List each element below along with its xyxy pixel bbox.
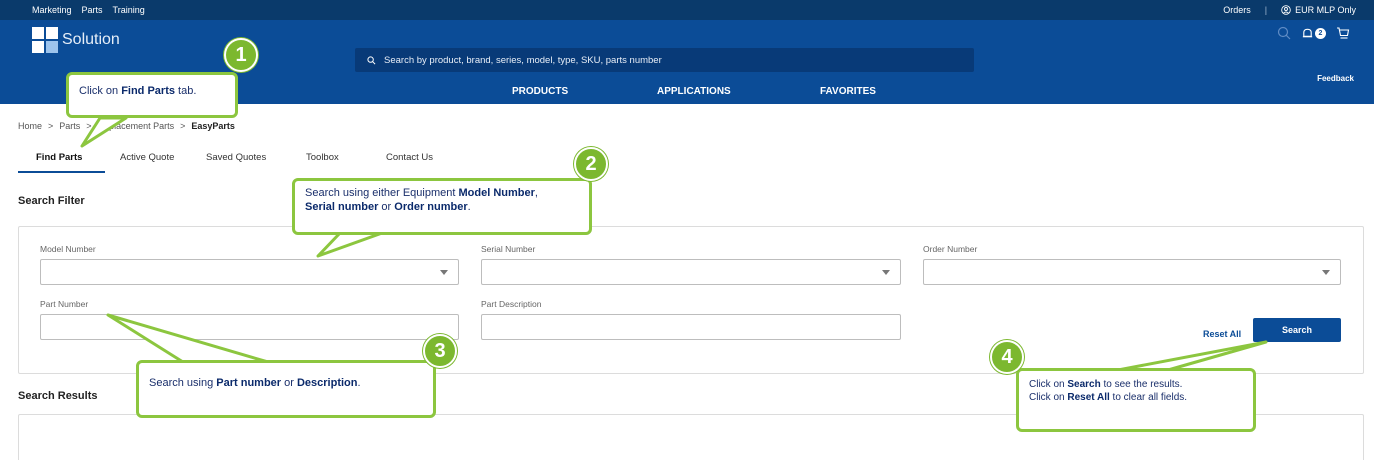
chevron-down-icon xyxy=(1322,270,1330,275)
search-results-title: Search Results xyxy=(18,390,98,402)
topbar-separator: | xyxy=(1264,5,1268,15)
user-icon xyxy=(1281,5,1291,15)
callout-2-bold-serial: Serial number xyxy=(305,200,379,213)
serial-number-select[interactable] xyxy=(481,259,901,285)
bell-icon xyxy=(1302,28,1313,37)
orders-link[interactable]: Orders xyxy=(1223,5,1251,15)
notification-badge: 2 xyxy=(1315,27,1326,39)
part-description-input[interactable] xyxy=(481,314,901,340)
part-number-input[interactable] xyxy=(40,314,459,340)
step-2-badge: 2 xyxy=(574,147,608,181)
nav-products[interactable]: PRODUCTS xyxy=(512,86,568,97)
callout-3-period: . xyxy=(357,377,361,389)
breadcrumb-parts[interactable]: Parts xyxy=(59,121,80,131)
logo[interactable]: Solution xyxy=(32,27,120,53)
account-label: EUR MLP Only xyxy=(1295,5,1356,15)
cart-icon[interactable] xyxy=(1336,26,1350,40)
active-tab-indicator xyxy=(18,171,105,173)
callout-2-or: or xyxy=(378,200,395,213)
callout-2-period: . xyxy=(467,200,471,213)
nav-favorites[interactable]: FAVORITES xyxy=(820,86,876,97)
breadcrumb-replacement-parts[interactable]: Replacement Parts xyxy=(98,121,175,131)
callout-find-parts: Click on Find Parts tab. xyxy=(66,72,238,118)
top-utility-bar: Marketing Parts Training Orders | EUR ML… xyxy=(0,0,1374,20)
callout-1-bold: Find Parts xyxy=(121,85,175,97)
order-number-label: Order Number xyxy=(923,244,978,254)
account-menu[interactable]: EUR MLP Only xyxy=(1281,5,1356,15)
topbar-link-parts[interactable]: Parts xyxy=(82,5,103,15)
header-icons: 2 xyxy=(1277,26,1350,40)
search-filter-panel xyxy=(18,226,1364,374)
tab-saved-quotes[interactable]: Saved Quotes xyxy=(206,152,266,163)
callout-3-or: or xyxy=(281,377,297,389)
easyparts-tabs: Find Parts Active Quote Saved Quotes Too… xyxy=(18,152,1358,174)
callout-3-bold-desc: Description xyxy=(296,377,358,389)
breadcrumb-current: EasyParts xyxy=(191,121,235,131)
search-icon[interactable] xyxy=(1277,26,1291,40)
topbar-link-training[interactable]: Training xyxy=(113,5,145,15)
callout-1-text-end: tab. xyxy=(174,85,197,97)
part-description-label: Part Description xyxy=(481,299,542,309)
breadcrumb-separator: > xyxy=(48,121,54,131)
callout-1-text: Click on xyxy=(79,85,122,97)
search-icon xyxy=(367,55,376,64)
search-button[interactable]: Search xyxy=(1253,318,1341,342)
callout-part-number-description: Search using Part number or Description. xyxy=(136,360,436,418)
chevron-down-icon xyxy=(882,270,890,275)
breadcrumb-home[interactable]: Home xyxy=(18,121,42,131)
callout-4-text-2-end: to clear all fields. xyxy=(1109,391,1188,403)
step-3-badge: 3 xyxy=(423,334,457,368)
tab-find-parts[interactable]: Find Parts xyxy=(36,152,82,163)
callout-model-serial-order: Search using either Equipment Model Numb… xyxy=(292,178,592,235)
tab-contact-us[interactable]: Contact Us xyxy=(386,152,433,163)
callout-2-text: Search using either Equipment xyxy=(305,187,459,199)
logo-mark-icon xyxy=(32,27,58,53)
callout-4-bold-reset: Reset All xyxy=(1067,391,1110,403)
model-number-select[interactable] xyxy=(40,259,459,285)
topbar-link-marketing[interactable]: Marketing xyxy=(32,5,72,15)
order-number-select[interactable] xyxy=(923,259,1341,285)
callout-2-bold-model: Model Number xyxy=(458,187,535,199)
breadcrumb-separator: > xyxy=(86,121,92,131)
step-1-badge: 1 xyxy=(224,38,258,72)
part-number-label: Part Number xyxy=(40,299,89,309)
breadcrumb-separator: > xyxy=(180,121,186,131)
chevron-down-icon xyxy=(440,270,448,275)
notifications-button[interactable]: 2 xyxy=(1301,27,1326,40)
callout-4-bold-search: Search xyxy=(1067,379,1101,390)
callout-3-text: Search using xyxy=(149,377,217,389)
logo-text: Solution xyxy=(62,31,120,48)
tab-toolbox[interactable]: Toolbox xyxy=(306,152,339,163)
search-filter-title: Search Filter xyxy=(18,195,85,207)
easyparts-screen: Marketing Parts Training Orders | EUR ML… xyxy=(0,0,1374,460)
model-number-label: Model Number xyxy=(40,244,96,254)
callout-2-comma: , xyxy=(534,187,538,199)
global-search-placeholder: Search by product, brand, series, model,… xyxy=(384,54,662,66)
global-search-input[interactable]: Search by product, brand, series, model,… xyxy=(355,48,974,72)
tab-active-quote[interactable]: Active Quote xyxy=(120,152,174,163)
callout-4-text: Click on xyxy=(1029,379,1068,390)
reset-all-link[interactable]: Reset All xyxy=(1203,329,1241,339)
callout-2-bold-order: Order number xyxy=(394,200,468,213)
step-4-badge: 4 xyxy=(990,340,1024,374)
callout-4-text-end: to see the results. xyxy=(1100,379,1183,390)
serial-number-label: Serial Number xyxy=(481,244,536,254)
feedback-link[interactable]: Feedback xyxy=(1317,74,1354,83)
nav-applications[interactable]: APPLICATIONS xyxy=(657,86,731,97)
breadcrumb: Home > Parts > Replacement Parts > EasyP… xyxy=(18,121,235,131)
callout-3-bold-part: Part number xyxy=(216,377,282,389)
callout-search-reset: Click on Search to see the results. Clic… xyxy=(1016,368,1256,432)
callout-4-text-2: Click on xyxy=(1029,391,1068,403)
